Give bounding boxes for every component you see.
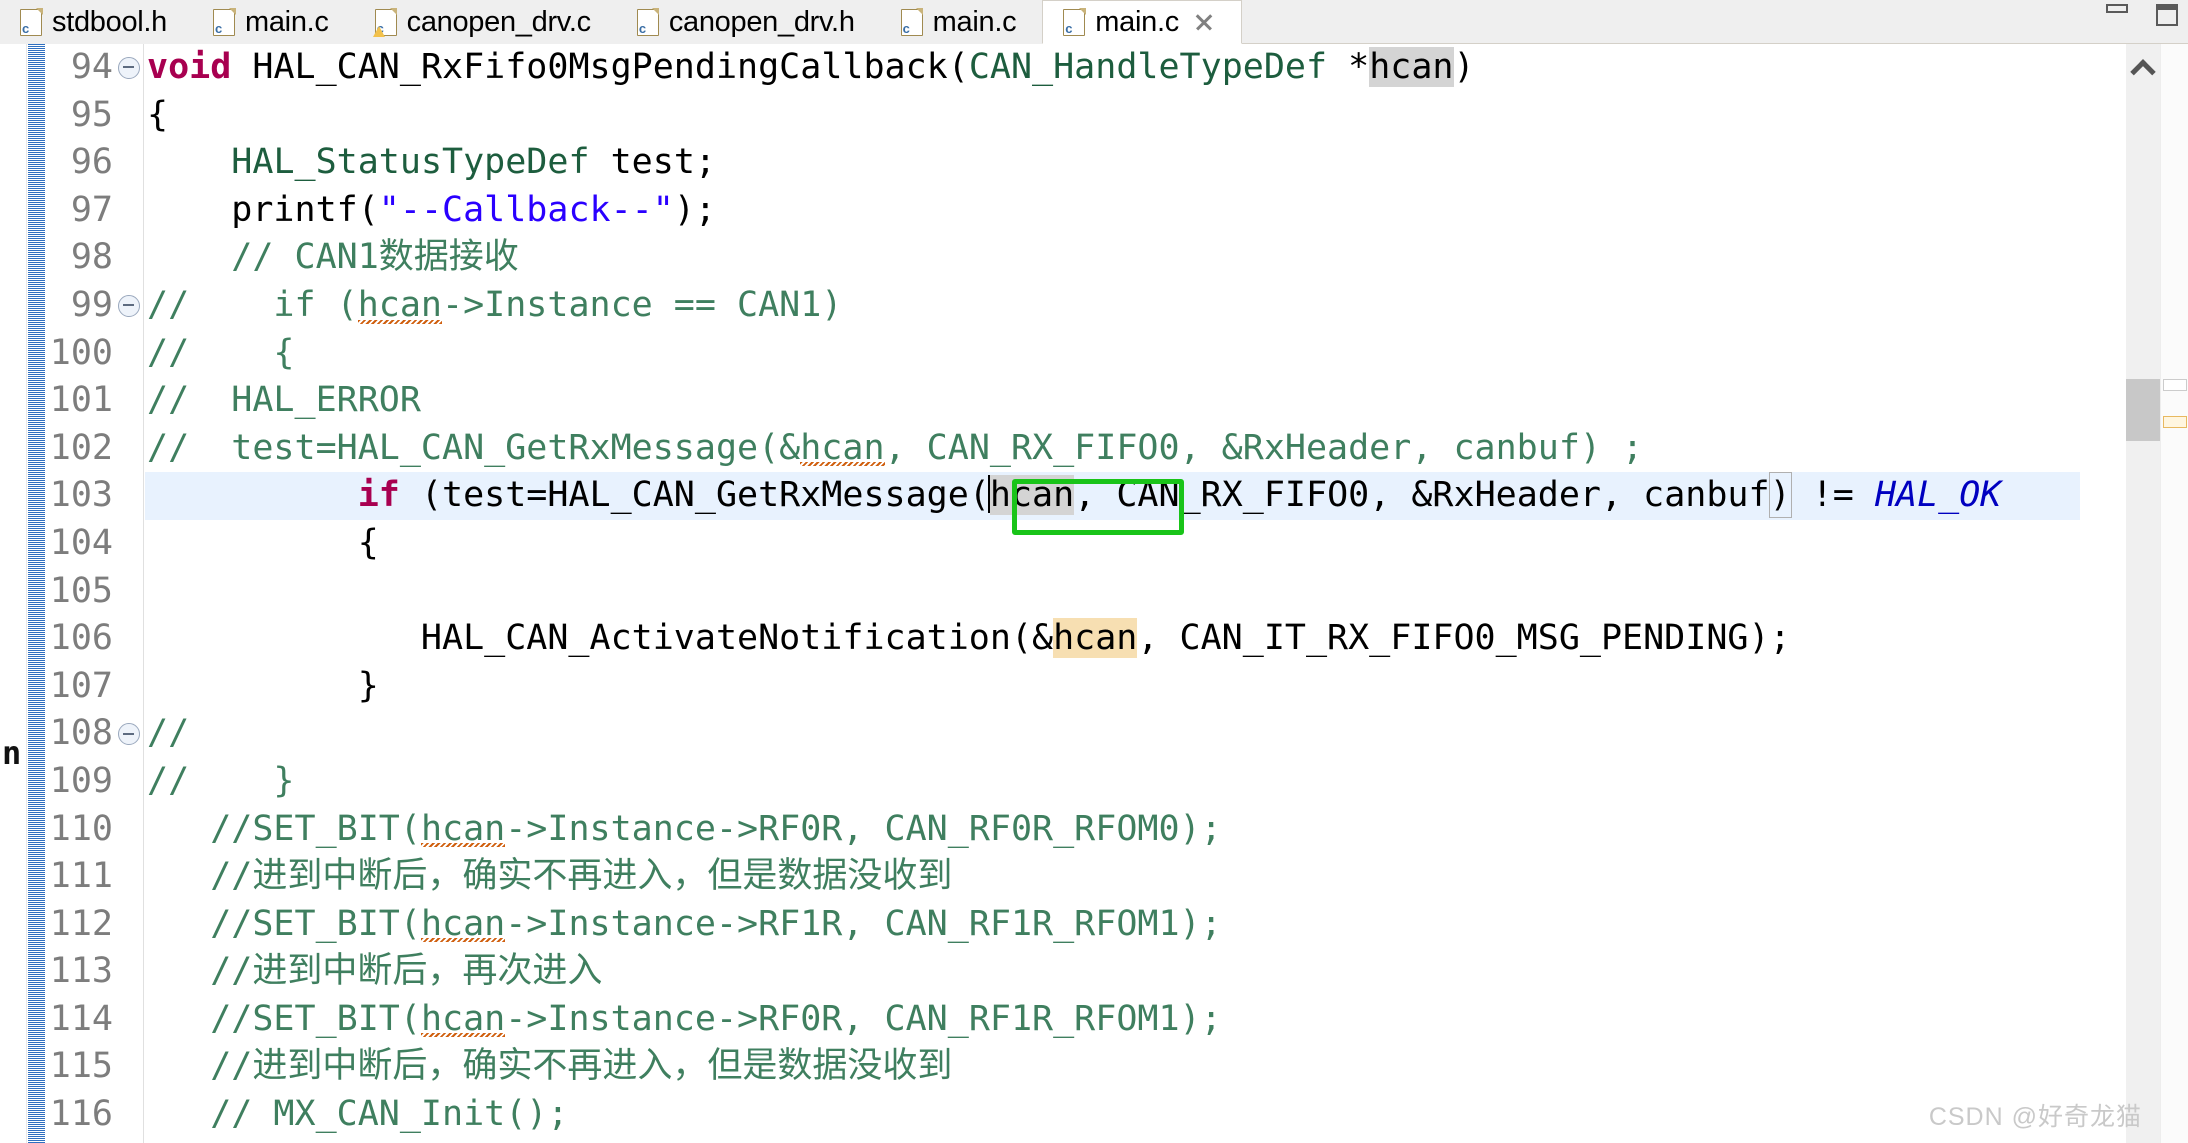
code-line-106[interactable]: HAL_CAN_ActivateNotification(&hcan, CAN_…	[145, 615, 2080, 663]
code-line-102[interactable]: // test=HAL_CAN_GetRxMessage(&hcan, CAN_…	[145, 425, 2080, 473]
code-line-105[interactable]	[145, 568, 2080, 616]
tab-stdbool-h[interactable]: c stdbool.h	[0, 0, 193, 44]
code-line-108[interactable]: //	[145, 710, 2080, 758]
overview-ruler[interactable]	[2160, 44, 2188, 1143]
scroll-up-icon	[2130, 59, 2156, 85]
code-line-99[interactable]: // if (hcan->Instance == CAN1)	[145, 282, 2080, 330]
code-line-110[interactable]: //SET_BIT(hcan->Instance->RF0R, CAN_RF0R…	[145, 806, 2080, 854]
fold-collapse-icon[interactable]	[118, 56, 140, 79]
vertical-scroll-thumb[interactable]	[2126, 379, 2160, 441]
line-number: 103	[49, 475, 113, 516]
code-line-115[interactable]: //进到中断后，确实不再进入，但是数据没收到	[145, 1043, 2080, 1091]
code-line-98[interactable]: // CAN1数据接收	[145, 234, 2080, 282]
ruler-mark[interactable]	[2163, 379, 2187, 391]
code-line-101[interactable]: // HAL_ERROR	[145, 377, 2080, 425]
code-line-100[interactable]: // {	[145, 330, 2080, 378]
line-number: 113	[49, 951, 113, 992]
vertical-scrollbar[interactable]	[2126, 44, 2160, 1143]
minimize-icon[interactable]	[2106, 4, 2128, 13]
tab-label: stdbool.h	[52, 5, 167, 38]
c-file-icon: c	[900, 8, 924, 36]
tab-label: canopen_drv.c	[406, 5, 592, 38]
tab-canopen-drv-h[interactable]: c canopen_drv.h	[616, 0, 881, 44]
line-number: 102	[49, 427, 113, 468]
maximize-icon[interactable]	[2156, 4, 2178, 26]
watermark: CSDN @好奇龙猫	[1928, 1103, 2142, 1131]
line-number: 99	[45, 282, 143, 330]
line-number: 108	[45, 710, 143, 758]
editor-tab-bar: c stdbool.h c main.c c canopen_drv.c c c…	[0, 0, 2188, 44]
code-line-111[interactable]: //进到中断后，确实不再进入，但是数据没收到	[145, 853, 2080, 901]
editor-left-margin	[0, 44, 27, 1143]
c-file-warning-icon: c	[372, 8, 398, 37]
code-line-104[interactable]: {	[145, 520, 2080, 568]
code-line-113[interactable]: //进到中断后，再次进入	[145, 948, 2080, 996]
close-icon[interactable]	[1193, 11, 1215, 33]
line-number: 101	[49, 380, 113, 421]
line-number: 106	[49, 618, 113, 659]
c-file-icon: c	[636, 8, 660, 36]
fold-collapse-icon[interactable]	[118, 294, 140, 317]
line-number: 100	[49, 332, 113, 373]
line-number: 104	[49, 522, 113, 563]
c-file-icon: c	[20, 8, 43, 36]
line-number: 107	[49, 665, 113, 706]
window-controls	[2106, 4, 2178, 26]
line-number: 112	[49, 903, 113, 944]
c-file-icon: c	[1063, 8, 1086, 36]
line-number: 115	[49, 1046, 113, 1087]
line-number: 98	[70, 237, 113, 278]
scroll-up-button[interactable]	[2126, 52, 2160, 86]
code-line-94[interactable]: void HAL_CAN_RxFifo0MsgPendingCallback(C…	[145, 44, 2080, 92]
matching-bracket-highlight: )	[1768, 472, 1792, 519]
tab-label: main.c	[1095, 5, 1179, 38]
tab-main-c-active[interactable]: c main.c	[1042, 0, 1242, 44]
code-line-107[interactable]: }	[145, 663, 2080, 711]
tab-label: canopen_drv.h	[668, 5, 855, 38]
tab-label: main.c	[932, 5, 1017, 38]
line-number: 116	[49, 1094, 113, 1135]
code-line-96[interactable]: HAL_StatusTypeDef test;	[145, 139, 2080, 187]
tab-main-c-2[interactable]: c main.c	[880, 0, 1043, 44]
line-number: 94	[45, 44, 143, 92]
code-line-95[interactable]: {	[145, 92, 2080, 140]
line-number: 105	[49, 570, 113, 611]
code-line-112[interactable]: //SET_BIT(hcan->Instance->RF1R, CAN_RF1R…	[145, 901, 2080, 949]
tab-main-c-1[interactable]: c main.c	[193, 0, 355, 44]
line-number: 97	[70, 189, 113, 230]
line-number-gutter: 94 95 96 97 98 99 100 101 102 103 104 10…	[45, 44, 144, 1143]
code-line-97[interactable]: printf("--Callback--");	[145, 187, 2080, 235]
line-number: 114	[49, 998, 113, 1039]
line-number: 95	[70, 94, 113, 135]
change-bar	[28, 44, 45, 1143]
tab-canopen-drv-c[interactable]: c canopen_drv.c	[354, 0, 617, 44]
fold-collapse-icon[interactable]	[118, 723, 140, 746]
ruler-mark-warning[interactable]	[2163, 416, 2187, 428]
line-number: 110	[49, 808, 113, 849]
code-editor[interactable]: 94 95 96 97 98 99 100 101 102 103 104 10…	[0, 44, 2188, 1143]
tab-label: main.c	[245, 5, 329, 38]
code-line-114[interactable]: //SET_BIT(hcan->Instance->RF0R, CAN_RF1R…	[145, 996, 2080, 1044]
code-line-116[interactable]: // MX_CAN_Init();	[145, 1091, 2080, 1139]
clipped-panel-glyph: n	[2, 734, 22, 772]
code-line-103[interactable]: if (test=HAL_CAN_GetRxMessage(hcan, CAN_…	[145, 472, 2080, 520]
code-text-area[interactable]: void HAL_CAN_RxFifo0MsgPendingCallback(C…	[145, 44, 2080, 1143]
ide-window: c stdbool.h c main.c c canopen_drv.c c c…	[0, 0, 2188, 1143]
line-number: 96	[70, 142, 113, 183]
c-file-icon: c	[213, 8, 236, 36]
code-line-109[interactable]: // }	[145, 758, 2080, 806]
line-number: 109	[49, 760, 113, 801]
line-number: 111	[49, 856, 113, 897]
